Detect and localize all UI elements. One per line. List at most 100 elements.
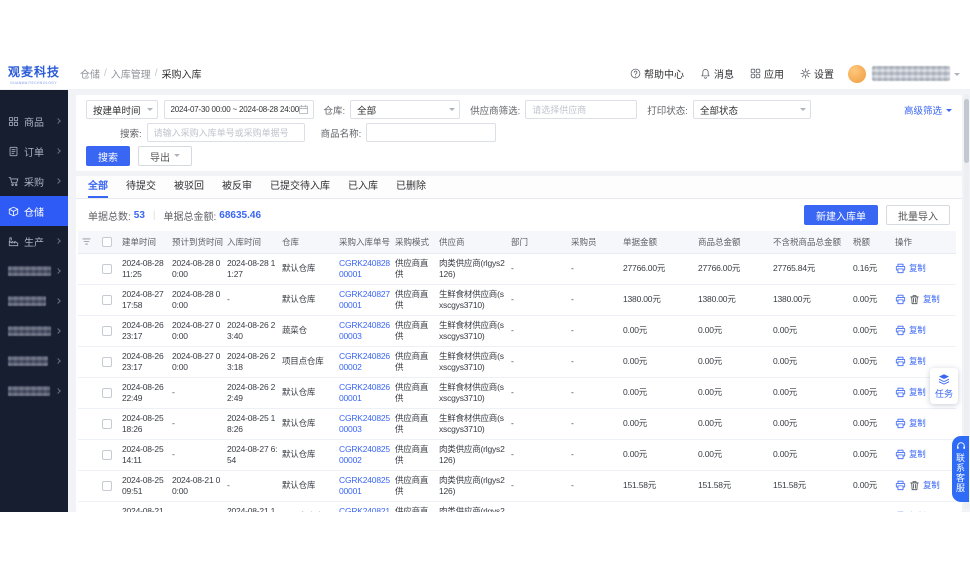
chevron-down-icon bbox=[449, 108, 455, 114]
copy-link[interactable]: 复制 bbox=[909, 325, 926, 335]
cell-amount: 0.00元 bbox=[621, 439, 696, 470]
inbound-order-link[interactable]: CGRK240828 00001 bbox=[339, 258, 390, 279]
print-icon[interactable] bbox=[895, 325, 906, 336]
sidebar-item-censored[interactable] bbox=[0, 316, 68, 346]
inbound-order-link[interactable]: CGRK240826 00001 bbox=[339, 382, 390, 403]
delete-icon[interactable] bbox=[909, 480, 920, 491]
cell-supplier: 生鲜食材供应商(sxscgys3710) bbox=[437, 284, 509, 315]
print-icon[interactable] bbox=[895, 356, 906, 367]
inbound-order-link[interactable]: CGRK240821 00002 bbox=[339, 506, 390, 513]
copy-link[interactable]: 复制 bbox=[909, 449, 926, 459]
search-input[interactable] bbox=[147, 123, 305, 142]
print-icon[interactable] bbox=[895, 449, 906, 460]
sidebar-item-censored[interactable] bbox=[0, 376, 68, 406]
breadcrumb-item[interactable]: 入库管理 bbox=[111, 66, 151, 81]
brand-logo[interactable]: 观麦科技 GUANMAITECHNOLOGY bbox=[0, 63, 68, 85]
product-name-input[interactable] bbox=[366, 123, 496, 142]
cell-dept: - bbox=[509, 470, 569, 501]
delete-icon[interactable] bbox=[909, 294, 920, 305]
tab-all[interactable]: 全部 bbox=[88, 176, 108, 198]
column-header: 商品总金额 bbox=[696, 231, 771, 253]
topbar-message[interactable]: 消息 bbox=[700, 66, 734, 81]
cell-buyer: - bbox=[569, 315, 621, 346]
sidebar-item-censored[interactable] bbox=[0, 256, 68, 286]
inbound-order-link[interactable]: CGRK240826 00002 bbox=[339, 351, 390, 372]
column-settings-icon[interactable] bbox=[81, 236, 92, 247]
cell-created: 2024-08-25 14:11 bbox=[120, 439, 170, 470]
export-button[interactable]: 导出 bbox=[138, 146, 192, 166]
cell-buyer: - bbox=[569, 284, 621, 315]
date-range-input[interactable]: 2024-07-30 00:00 ~ 2024-08-28 24:00 bbox=[164, 100, 314, 119]
row-checkbox[interactable] bbox=[102, 295, 112, 305]
sidebar-item-goods[interactable]: 商品 bbox=[0, 106, 68, 136]
inbound-order-link[interactable]: CGRK240826 00003 bbox=[339, 320, 390, 341]
cell-notax_total: 0.00元 bbox=[771, 377, 851, 408]
contact-service-button[interactable]: 联系客服 bbox=[952, 436, 969, 502]
tab-deleted[interactable]: 已删除 bbox=[396, 176, 426, 198]
warehouse-select[interactable]: 全部 bbox=[350, 100, 460, 119]
cell-ops: 复制 bbox=[893, 408, 956, 439]
inbound-order-link[interactable]: CGRK240825 00003 bbox=[339, 413, 390, 434]
tab-inbound[interactable]: 已入库 bbox=[348, 176, 378, 198]
breadcrumb-item[interactable]: 仓储 bbox=[80, 66, 100, 81]
copy-link[interactable]: 复制 bbox=[909, 263, 926, 273]
cell-goods_total: 0.00元 bbox=[696, 377, 771, 408]
copy-link[interactable]: 复制 bbox=[909, 511, 926, 512]
print-icon[interactable] bbox=[895, 387, 906, 398]
row-checkbox[interactable] bbox=[102, 357, 112, 367]
scrollbar-thumb[interactable] bbox=[964, 99, 969, 163]
select-all-checkbox[interactable] bbox=[102, 237, 112, 247]
cell-expected: - bbox=[170, 501, 225, 512]
sidebar-item-production[interactable]: 生产 bbox=[0, 226, 68, 256]
table-row: 2024-08-26 23:172024-08-27 00:002024-08-… bbox=[78, 315, 956, 346]
chevron-right-icon bbox=[55, 118, 61, 124]
sidebar-item-warehouse[interactable]: 仓储 bbox=[0, 196, 68, 226]
row-checkbox[interactable] bbox=[102, 326, 112, 336]
row-checkbox[interactable] bbox=[102, 450, 112, 460]
topbar-help[interactable]: 帮助中心 bbox=[630, 66, 684, 81]
search-button[interactable]: 搜索 bbox=[86, 146, 130, 166]
print-status-select[interactable]: 全部状态 bbox=[693, 100, 811, 119]
print-icon[interactable] bbox=[895, 480, 906, 491]
cell-tax: 0.00元 bbox=[851, 284, 893, 315]
sidebar-item-censored[interactable] bbox=[0, 286, 68, 316]
topbar-settings[interactable]: 设置 bbox=[800, 66, 834, 81]
row-checkbox[interactable] bbox=[102, 388, 112, 398]
cell-mode: 供应商直供 bbox=[393, 408, 437, 439]
inbound-order-link[interactable]: CGRK240825 00001 bbox=[339, 475, 390, 496]
tab-pending[interactable]: 待提交 bbox=[126, 176, 156, 198]
copy-link[interactable]: 复制 bbox=[923, 294, 940, 304]
time-field-select[interactable]: 按建单时间 bbox=[86, 100, 158, 119]
sidebar-item-orders[interactable]: 订单 bbox=[0, 136, 68, 166]
avatar[interactable] bbox=[848, 65, 866, 83]
supplier-input[interactable] bbox=[525, 100, 637, 119]
advanced-filter-link[interactable]: 高级筛选 bbox=[904, 103, 952, 117]
create-inbound-button[interactable]: 新建入库单 bbox=[804, 205, 878, 225]
sidebar-item-purchase[interactable]: 采购 bbox=[0, 166, 68, 196]
copy-link[interactable]: 复制 bbox=[923, 480, 940, 490]
inbound-order-link[interactable]: CGRK240827 00001 bbox=[339, 289, 390, 310]
print-icon[interactable] bbox=[895, 263, 906, 274]
inbound-order-link[interactable]: CGRK240825 00002 bbox=[339, 444, 390, 465]
print-icon[interactable] bbox=[895, 511, 906, 512]
row-checkbox[interactable] bbox=[102, 419, 112, 429]
copy-link[interactable]: 复制 bbox=[909, 387, 926, 397]
copy-link[interactable]: 复制 bbox=[909, 356, 926, 366]
task-widget[interactable]: 任务 bbox=[930, 368, 958, 404]
cell-order_no: CGRK240827 00001 bbox=[337, 284, 393, 315]
print-icon[interactable] bbox=[895, 294, 906, 305]
tab-rejected[interactable]: 被驳回 bbox=[174, 176, 204, 198]
tab-submitted[interactable]: 已提交待入库 bbox=[270, 176, 330, 198]
chevron-down-icon bbox=[800, 108, 806, 114]
row-checkbox[interactable] bbox=[102, 264, 112, 274]
copy-link[interactable]: 复制 bbox=[909, 418, 926, 428]
contact-service-label: 联系客服 bbox=[956, 453, 966, 493]
sidebar-item-censored[interactable] bbox=[0, 346, 68, 376]
topbar-apps[interactable]: 应用 bbox=[750, 66, 784, 81]
tab-unreviewed[interactable]: 被反审 bbox=[222, 176, 252, 198]
row-checkbox[interactable] bbox=[102, 481, 112, 491]
batch-import-button[interactable]: 批量导入 bbox=[886, 205, 950, 225]
print-icon[interactable] bbox=[895, 418, 906, 429]
cell-tools bbox=[78, 253, 94, 284]
chevron-down-icon[interactable] bbox=[954, 73, 960, 79]
